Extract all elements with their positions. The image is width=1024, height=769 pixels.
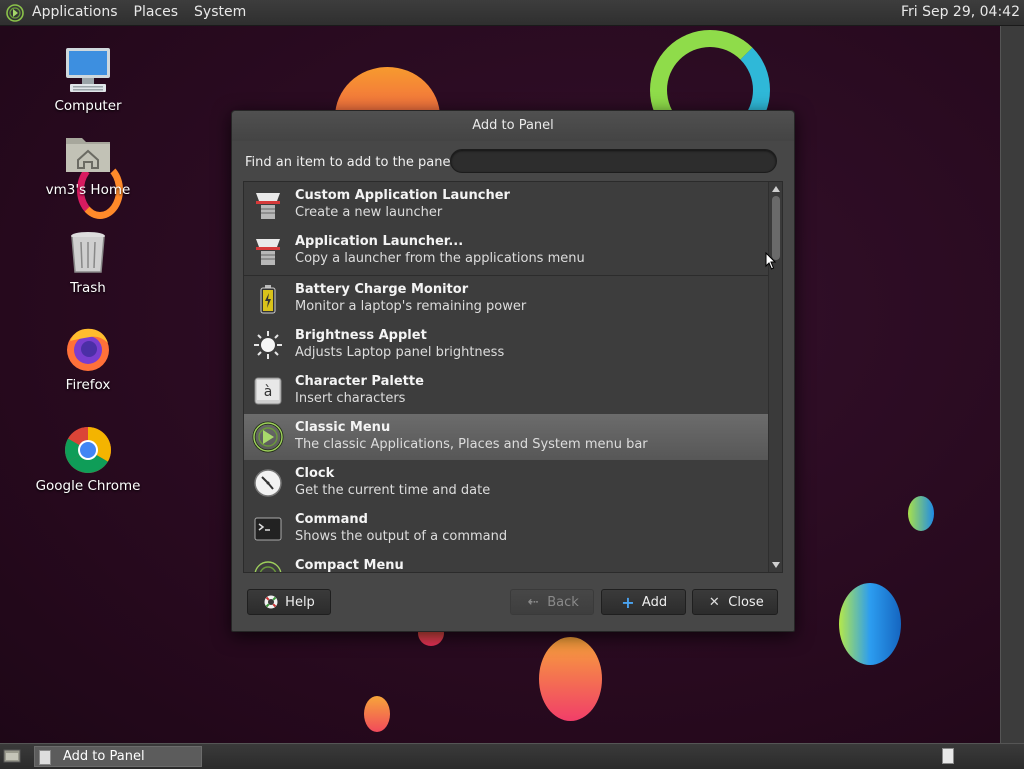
add-button[interactable]: + Add	[601, 589, 686, 615]
search-input[interactable]	[450, 149, 777, 173]
svg-text:à: à	[264, 384, 273, 400]
taskbar-window-button[interactable]: Add to Panel	[34, 746, 202, 767]
desktop-icon-trash[interactable]: Trash	[28, 228, 148, 296]
desktop-icon-label: vm3's Home	[45, 182, 131, 198]
home-folder-icon	[64, 130, 112, 178]
list-item[interactable]: Command Shows the output of a command	[244, 506, 768, 552]
add-label: Add	[641, 594, 668, 610]
list-item[interactable]: Brightness Applet Adjusts Laptop panel b…	[244, 322, 768, 368]
back-button[interactable]: ⇠ Back	[510, 589, 594, 615]
item-description: Adjusts Laptop panel brightness	[295, 345, 505, 360]
close-button[interactable]: ✕ Close	[692, 589, 778, 615]
item-description: The classic Applications, Places and Sys…	[295, 437, 648, 452]
top-panel: Applications Places System Fri Sep 29, 0…	[0, 0, 1024, 26]
item-name: Classic Menu	[295, 420, 391, 435]
battery-icon	[252, 283, 284, 315]
help-button[interactable]: Help	[247, 589, 331, 615]
window-icon	[39, 750, 51, 765]
list-scrollbar[interactable]	[768, 182, 782, 572]
list-item[interactable]: Compact Menu	[244, 552, 768, 573]
decor-orange-small	[364, 696, 390, 732]
add-plus-icon: +	[621, 592, 635, 612]
list-item[interactable]: Clock Get the current time and date	[244, 460, 768, 506]
item-description: Get the current time and date	[295, 483, 491, 498]
decor-blue-blob	[908, 496, 934, 531]
computer-icon	[64, 46, 112, 94]
item-name: Clock	[295, 466, 335, 481]
item-name: Application Launcher...	[295, 234, 464, 249]
help-lifebuoy-icon	[263, 594, 279, 610]
launcher-icon	[252, 189, 284, 221]
terminal-icon	[252, 513, 284, 545]
compact-menu-icon	[252, 559, 284, 572]
brightness-icon	[252, 329, 284, 361]
item-description: Insert characters	[295, 391, 406, 406]
help-label: Help	[285, 594, 315, 610]
clock-icon	[252, 467, 284, 499]
menu-applications[interactable]: Applications	[24, 0, 126, 25]
list-item[interactable]: Custom Application Launcher Create a new…	[244, 182, 768, 228]
workspace-switcher-icon[interactable]	[942, 748, 954, 764]
list-item[interactable]: Classic Menu The classic Applications, P…	[244, 414, 768, 460]
scroll-up-arrow-icon[interactable]	[772, 186, 780, 192]
back-label: Back	[547, 594, 579, 610]
back-arrow-icon: ⇠	[527, 594, 539, 610]
desktop-icon-computer[interactable]: Computer	[28, 46, 148, 114]
chrome-icon	[64, 426, 112, 474]
mouse-cursor-icon	[765, 251, 777, 270]
panel-clock[interactable]: Fri Sep 29, 04:42	[901, 0, 1020, 25]
item-description: Monitor a laptop's remaining power	[295, 299, 527, 314]
show-desktop-icon[interactable]	[3, 748, 21, 764]
character-palette-icon: à	[252, 375, 284, 407]
dialog-title[interactable]: Add to Panel	[232, 111, 794, 141]
list-item[interactable]: Battery Charge Monitor Monitor a laptop'…	[244, 276, 768, 322]
desktop-icon-label: Trash	[70, 280, 106, 296]
menu-places[interactable]: Places	[126, 0, 187, 25]
item-name: Compact Menu	[295, 558, 404, 573]
decor-blue-blob-large	[839, 583, 901, 665]
find-label: Find an item to add to the panel:	[245, 155, 459, 170]
desktop-icon-home[interactable]: vm3's Home	[28, 130, 148, 198]
item-name: Brightness Applet	[295, 328, 427, 343]
desktop-icon-label: Computer	[54, 98, 122, 114]
close-icon: ✕	[708, 594, 720, 610]
add-to-panel-dialog: Add to Panel Find an item to add to the …	[231, 110, 795, 632]
item-name: Command	[295, 512, 368, 527]
trash-icon	[64, 228, 112, 276]
item-name: Battery Charge Monitor	[295, 282, 469, 297]
bottom-panel: Add to Panel	[0, 743, 1024, 769]
taskbar-window-label: Add to Panel	[63, 749, 145, 764]
launcher-icon	[252, 235, 284, 267]
item-name: Character Palette	[295, 374, 424, 389]
classic-menu-icon	[252, 421, 284, 453]
distro-logo-icon[interactable]	[6, 3, 24, 22]
item-name: Custom Application Launcher	[295, 188, 510, 203]
applet-list[interactable]: Custom Application Launcher Create a new…	[243, 181, 783, 573]
scroll-down-arrow-icon[interactable]	[772, 562, 780, 568]
desktop-icon-label: Google Chrome	[35, 478, 141, 494]
desktop-icon-firefox[interactable]: Firefox	[28, 325, 148, 393]
item-description: Create a new launcher	[295, 205, 443, 220]
list-item[interactable]: à Character Palette Insert characters	[244, 368, 768, 414]
menu-system[interactable]: System	[186, 0, 254, 25]
item-description: Copy a launcher from the applications me…	[295, 251, 585, 266]
close-label: Close	[728, 594, 764, 610]
list-item[interactable]: Application Launcher... Copy a launcher …	[244, 228, 768, 274]
desktop-icon-chrome[interactable]: Google Chrome	[28, 426, 148, 494]
decor-orange-egg	[539, 637, 602, 721]
desktop-right-edge	[1000, 25, 1024, 743]
firefox-icon	[64, 325, 112, 373]
scroll-thumb[interactable]	[772, 196, 780, 260]
desktop-icon-label: Firefox	[65, 377, 111, 393]
item-description: Shows the output of a command	[295, 529, 508, 544]
